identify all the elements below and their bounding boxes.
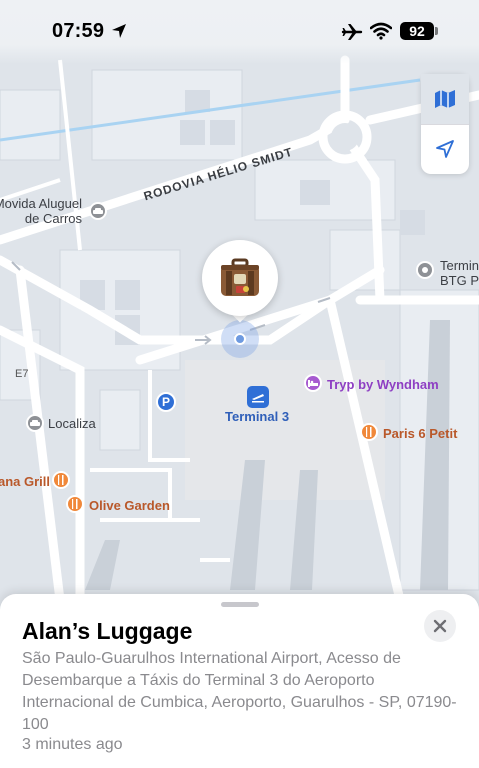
poi-label-movida: Movida Aluguel de Carros xyxy=(0,196,82,226)
car-rental-localiza-icon[interactable] xyxy=(26,414,44,432)
restaurant-olive-icon[interactable] xyxy=(66,495,84,513)
item-address: São Paulo-Guarulhos International Airpor… xyxy=(22,650,457,733)
battery-indicator: 92 xyxy=(400,22,434,40)
close-icon xyxy=(433,619,447,633)
location-arrow-outline-icon xyxy=(436,140,454,158)
luggage-pin[interactable] xyxy=(202,240,278,316)
parking-icon[interactable]: P xyxy=(156,392,176,412)
last-seen-time: 3 minutes ago xyxy=(22,736,123,753)
status-time: 07:59 xyxy=(52,20,105,42)
poi-label-olive: Olive Garden xyxy=(89,498,170,513)
poi-label-terminal3: Terminal 3 xyxy=(225,409,290,424)
hotel-icon[interactable] xyxy=(304,374,322,392)
battery-tip xyxy=(435,27,438,35)
locate-button[interactable] xyxy=(421,124,469,174)
location-dot xyxy=(234,333,246,345)
poi-label-terminal-btg-line1: Termin xyxy=(440,258,479,273)
luggage-icon xyxy=(221,258,259,296)
map-mode-button[interactable] xyxy=(421,74,469,124)
poi-label-movida-line1: Movida Aluguel xyxy=(0,196,82,211)
poi-label-localiza: Localiza xyxy=(48,416,96,431)
location-arrow-icon xyxy=(112,24,126,38)
poi-label-terminal-btg: Termin BTG Pa xyxy=(440,258,479,288)
car-rental-icon[interactable] xyxy=(89,202,107,220)
road-label-e7: E7 xyxy=(15,368,29,380)
wifi-icon xyxy=(370,22,392,40)
close-button[interactable] xyxy=(424,610,456,642)
map-icon xyxy=(435,90,455,108)
parking-icon-label: P xyxy=(161,395,170,409)
airplane-icon xyxy=(341,24,363,40)
poi-label-tryp: Tryp by Wyndham xyxy=(327,377,439,392)
map-controls xyxy=(421,74,469,174)
restaurant-icon[interactable] xyxy=(360,423,378,441)
poi-label-movida-line2: de Carros xyxy=(24,211,82,226)
restaurant-grill-icon[interactable] xyxy=(52,471,70,489)
poi-label-paris: Paris 6 Petit xyxy=(383,426,458,441)
terminal-poi-icon[interactable] xyxy=(416,261,434,279)
status-bar: 07:59 92 xyxy=(0,0,479,64)
item-title: Alan’s Luggage xyxy=(22,618,193,644)
airport-departure-icon[interactable] xyxy=(247,386,269,408)
poi-label-terminal-btg-line2: BTG Pa xyxy=(440,273,479,288)
poi-label-grill: ana Grill xyxy=(0,474,51,489)
sheet-grabber[interactable] xyxy=(221,602,259,607)
item-detail-sheet[interactable]: Alan’s Luggage São Paulo-Guarulhos Inter… xyxy=(0,594,479,768)
